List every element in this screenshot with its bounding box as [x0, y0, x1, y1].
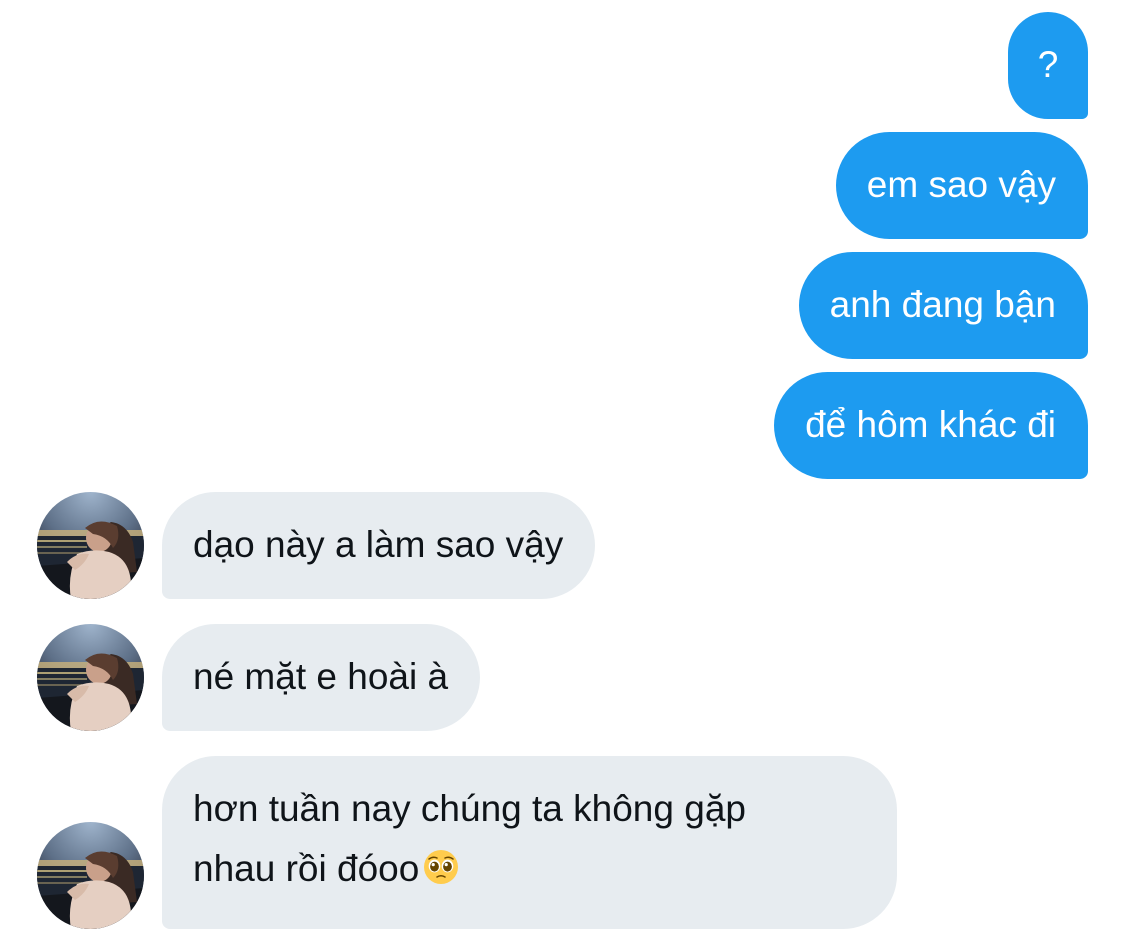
- message-text: anh đang bận: [829, 284, 1056, 325]
- avatar[interactable]: [37, 822, 144, 929]
- received-message-bubble[interactable]: dạo này a làm sao vậy: [162, 492, 596, 599]
- sent-message-bubble[interactable]: anh đang bận: [798, 252, 1088, 359]
- message-text-line: hơn tuần nay chúng ta không gặp: [193, 788, 746, 829]
- message-text: ?: [1037, 44, 1059, 85]
- message-text: để hôm khác đi: [805, 404, 1056, 445]
- received-message-bubble[interactable]: né mặt e hoài à: [162, 624, 481, 731]
- user-avatar-photo-icon: [37, 492, 144, 599]
- sent-message-bubble[interactable]: em sao vậy: [835, 132, 1088, 239]
- sent-message-bubble[interactable]: ?: [1008, 12, 1088, 119]
- message-text-line: nhau rồi đóoo: [193, 839, 865, 899]
- message-text: dạo này a làm sao vậy: [193, 524, 564, 565]
- received-message-bubble[interactable]: hơn tuần nay chúng ta không gặp nhau rồi…: [162, 756, 897, 929]
- avatar[interactable]: [37, 624, 144, 731]
- avatar[interactable]: [37, 492, 144, 599]
- sent-message-bubble[interactable]: để hôm khác đi: [774, 372, 1088, 479]
- message-text: em sao vậy: [866, 164, 1056, 205]
- message-text: nhau rồi đóoo: [193, 848, 420, 889]
- user-avatar-photo-icon: [37, 822, 144, 929]
- message-text: né mặt e hoài à: [193, 656, 449, 697]
- pleading-face-icon: [423, 849, 459, 885]
- user-avatar-photo-icon: [37, 624, 144, 731]
